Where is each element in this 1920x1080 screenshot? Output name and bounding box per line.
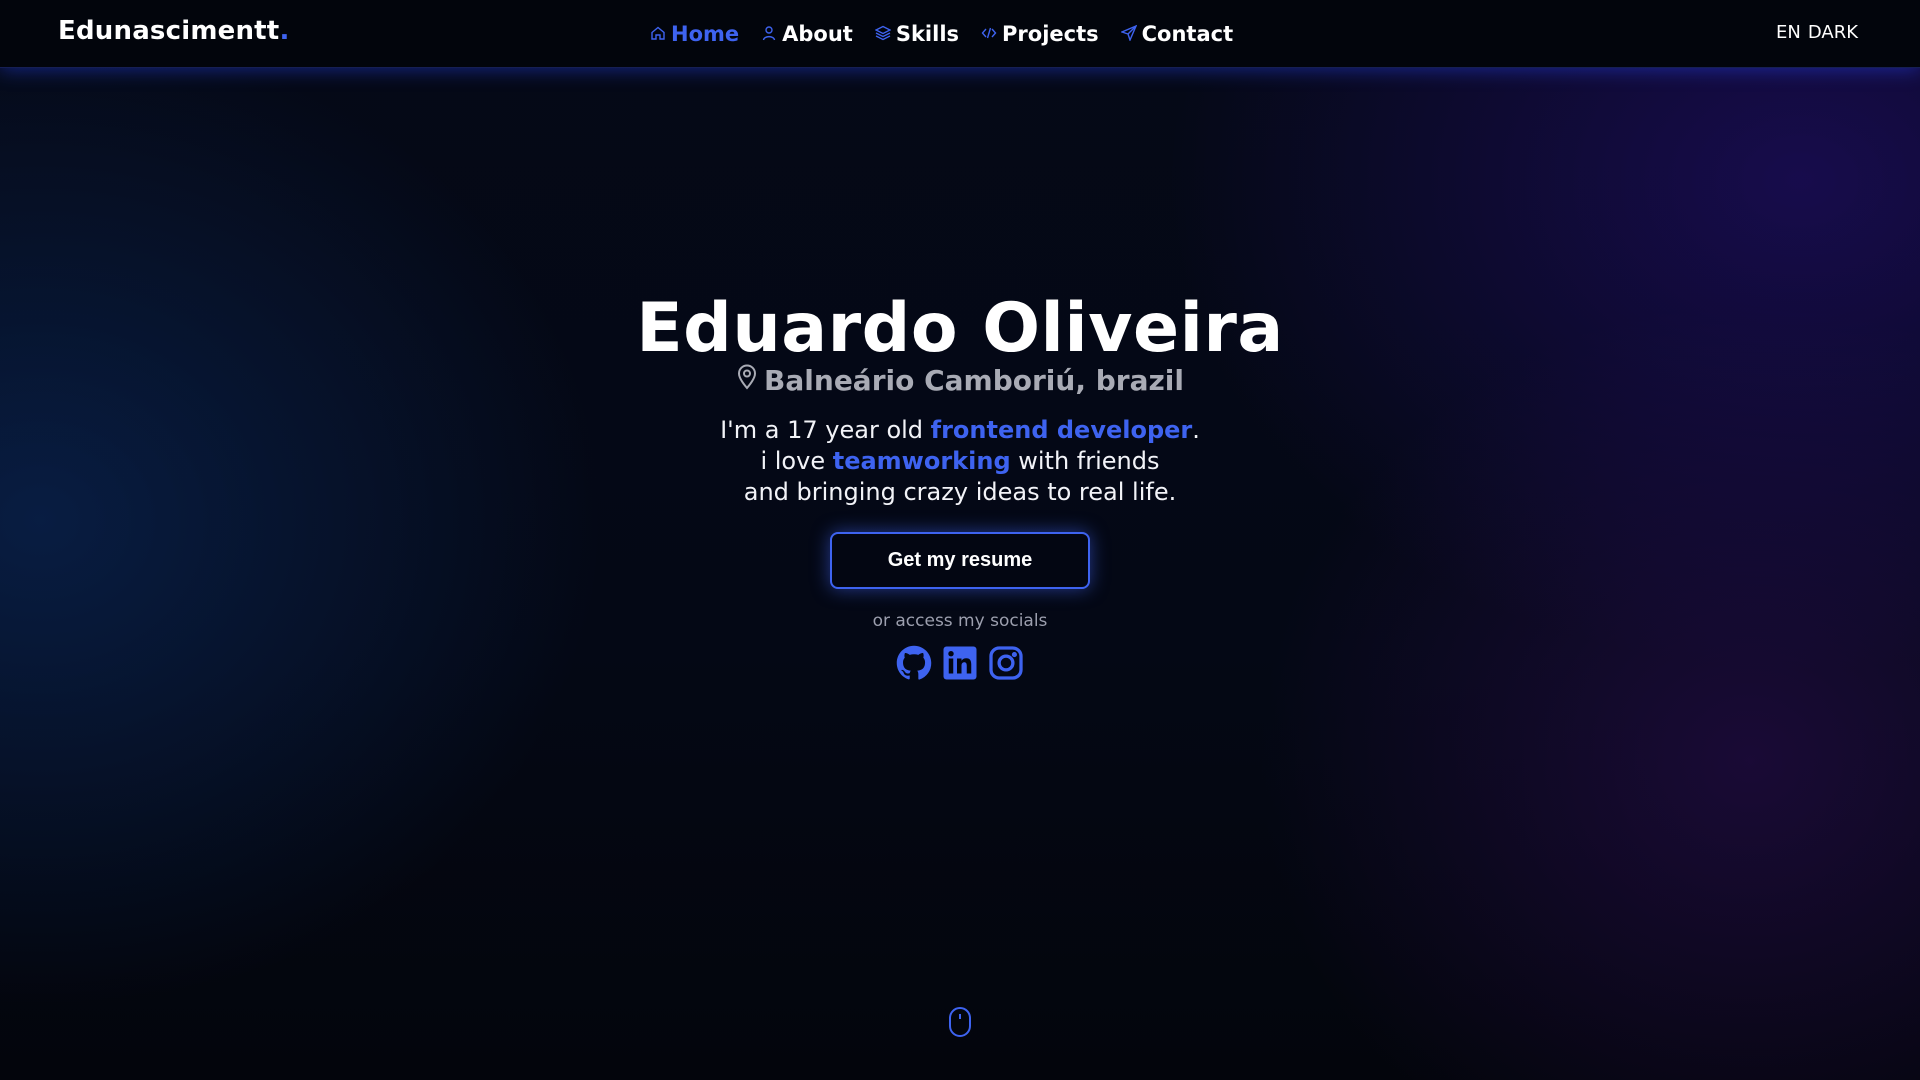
nav-contact[interactable]: Contact [1119, 22, 1234, 46]
map-pin-icon [736, 364, 758, 397]
language-toggle[interactable]: EN [1776, 22, 1801, 43]
user-icon [761, 22, 777, 46]
bio-text: . [1192, 416, 1200, 444]
scroll-mouse-icon[interactable] [948, 1006, 972, 1038]
nav-about-label: About [782, 22, 853, 46]
nav-home-label: Home [671, 22, 740, 46]
nav-skills[interactable]: Skills [874, 22, 960, 46]
linkedin-icon[interactable] [942, 645, 978, 681]
hero-bio: I'm a 17 year old frontend developer. i … [720, 415, 1200, 508]
main-nav: Home About Skills Projects Contact [650, 18, 1233, 50]
nav-projects-label: Projects [1002, 22, 1099, 46]
code-icon [981, 22, 997, 46]
bio-text: with friends [1010, 447, 1160, 475]
hero-location: Balneário Camboriú, brazil [736, 364, 1184, 397]
socials-label: or access my socials [872, 611, 1048, 631]
nav-home[interactable]: Home [650, 22, 739, 46]
instagram-icon[interactable] [988, 645, 1024, 681]
logo-text: Edunascimentt [58, 16, 280, 46]
bio-text: I'm a 17 year old [720, 416, 931, 444]
header-toggles: EN DARK [1776, 22, 1858, 43]
nav-contact-label: Contact [1141, 22, 1234, 46]
social-links [896, 645, 1024, 681]
nav-skills-label: Skills [895, 22, 960, 46]
bio-line-1: I'm a 17 year old frontend developer. [720, 415, 1200, 446]
home-icon [650, 22, 666, 46]
send-icon [1119, 22, 1137, 46]
hero-name: Eduardo Oliveira [636, 289, 1284, 368]
bio-text: i love [760, 447, 833, 475]
top-navbar: Edunascimentt. Home About Skills Project… [0, 0, 1920, 68]
hero-section: Eduardo Oliveira Balneário Camboriú, bra… [0, 290, 1920, 681]
layers-icon [874, 22, 892, 46]
nav-about[interactable]: About [761, 22, 853, 46]
logo-dot: . [279, 16, 290, 46]
bio-highlight: teamworking [832, 447, 1011, 475]
github-icon[interactable] [896, 645, 932, 681]
nav-projects[interactable]: Projects [981, 22, 1099, 46]
bio-highlight: frontend developer [930, 416, 1193, 444]
get-resume-button[interactable]: Get my resume [830, 532, 1090, 589]
bio-line-3: and bringing crazy ideas to real life. [743, 478, 1177, 506]
bio-line-2: i love teamworking with friends [720, 446, 1200, 477]
theme-toggle[interactable]: DARK [1808, 22, 1858, 43]
site-logo[interactable]: Edunascimentt. [58, 16, 290, 46]
location-text: Balneário Camboriú, brazil [764, 364, 1184, 397]
